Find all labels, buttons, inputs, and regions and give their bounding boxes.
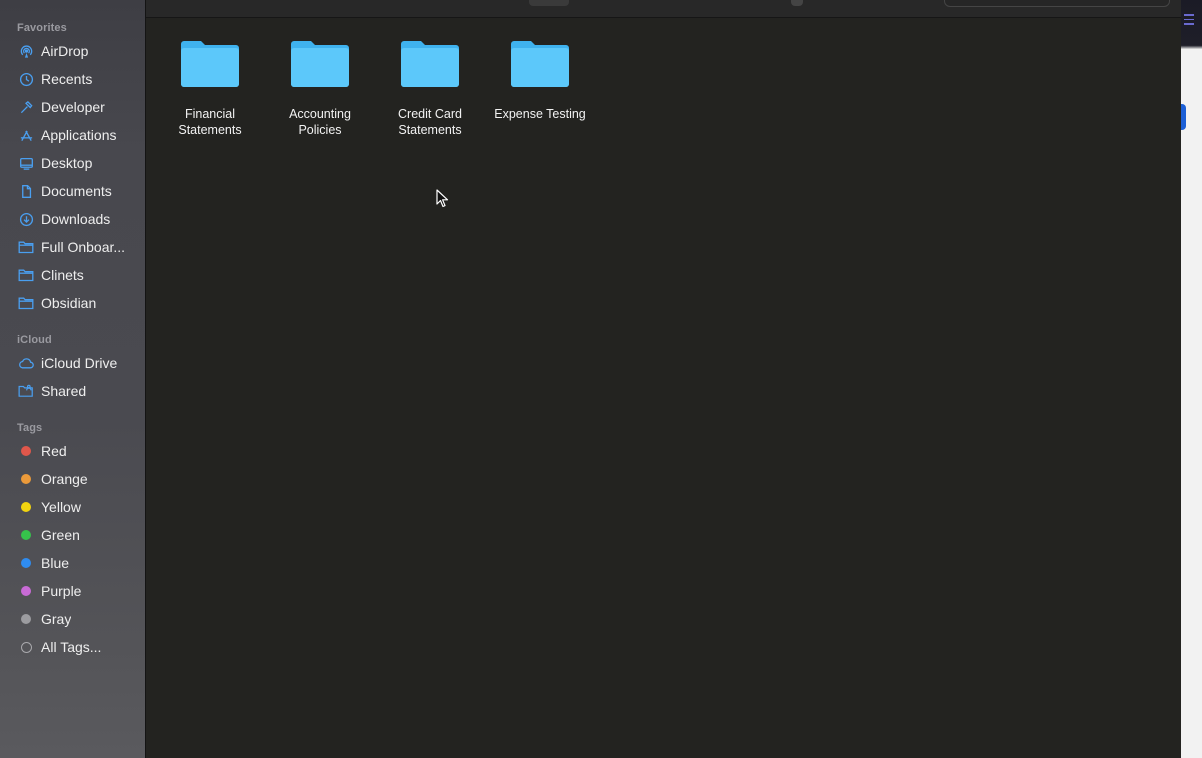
mouse-cursor-icon	[436, 189, 449, 208]
toolbar	[146, 0, 1181, 18]
tag-dot-icon	[18, 555, 34, 571]
clock-icon	[18, 71, 34, 87]
icloud-header: iCloud	[17, 334, 52, 346]
tag-dot-icon	[18, 583, 34, 599]
folder-icon	[399, 38, 461, 95]
sidebar-item-recents[interactable]: Recents	[6, 66, 140, 92]
sidebar-item-documents[interactable]: Documents	[6, 178, 140, 204]
sidebar-tag-red[interactable]: Red	[6, 438, 140, 464]
applications-icon	[18, 127, 34, 143]
hammer-icon	[18, 99, 34, 115]
folder-item[interactable]: Accounting Policies	[265, 38, 375, 138]
sidebar-item-label: iCloud Drive	[41, 355, 118, 371]
view-toggle-button[interactable]	[529, 0, 569, 6]
sidebar-item-clinets[interactable]: Clinets	[6, 262, 140, 288]
sidebar-item-downloads[interactable]: Downloads	[6, 206, 140, 232]
group-button[interactable]	[791, 0, 803, 6]
background-window-edge	[1181, 0, 1202, 758]
sidebar-item-label: Yellow	[41, 499, 81, 515]
sidebar-item-label: Orange	[41, 471, 88, 487]
tags-header: Tags	[17, 422, 43, 434]
sidebar-item-label: Blue	[41, 555, 70, 571]
folder-icon	[18, 295, 34, 311]
sidebar-tag-orange[interactable]: Orange	[6, 466, 140, 492]
folder-name: Credit Card Statements	[398, 107, 462, 137]
shared-folder-icon	[18, 383, 34, 399]
tag-dot-icon	[18, 611, 34, 627]
sidebar-item-desktop[interactable]: Desktop	[6, 150, 140, 176]
sidebar-item-label: Shared	[41, 383, 87, 399]
sidebar-item-label: Green	[41, 527, 80, 543]
sidebar-item-label: Documents	[41, 183, 112, 199]
folder-name: Expense Testing	[494, 107, 586, 121]
menu-icon	[1184, 14, 1194, 28]
sidebar-item-label: Applications	[41, 127, 117, 143]
background-window-button[interactable]	[1181, 104, 1186, 130]
tag-dot-icon	[18, 639, 34, 655]
folder-icon	[509, 38, 571, 95]
sidebar-tag-yellow[interactable]: Yellow	[6, 494, 140, 520]
airdrop-icon	[18, 43, 34, 59]
sidebar-item-label: All Tags...	[41, 639, 102, 655]
sidebar-item-label: Downloads	[41, 211, 111, 227]
document-icon	[18, 183, 34, 199]
sidebar-item-obsidian[interactable]: Obsidian	[6, 290, 140, 316]
sidebar-item-label: Obsidian	[41, 295, 97, 311]
sidebar-item-label: Clinets	[41, 267, 84, 283]
sidebar-tag-all-tags[interactable]: All Tags...	[6, 634, 140, 660]
tag-dot-icon	[18, 471, 34, 487]
folder-item[interactable]: Expense Testing	[485, 38, 595, 122]
folder-icon	[18, 239, 34, 255]
sidebar-item-label: Red	[41, 443, 67, 459]
folder-icon	[179, 38, 241, 95]
download-icon	[18, 211, 34, 227]
sidebar-item-label: Purple	[41, 583, 82, 599]
sidebar-item-airdrop[interactable]: AirDrop	[6, 38, 140, 64]
sidebar-tag-blue[interactable]: Blue	[6, 550, 140, 576]
sidebar-item-shared[interactable]: Shared	[6, 378, 140, 404]
sidebar-item-applications[interactable]: Applications	[6, 122, 140, 148]
cloud-icon	[18, 355, 34, 371]
desktop-icon	[18, 155, 34, 171]
folder-icon	[18, 267, 34, 283]
folder-item[interactable]: Credit Card Statements	[375, 38, 485, 138]
search-field[interactable]	[944, 0, 1170, 7]
folder-item[interactable]: Financial Statements	[155, 38, 265, 138]
tag-dot-icon	[18, 443, 34, 459]
sidebar-tag-gray[interactable]: Gray	[6, 606, 140, 632]
sidebar-tag-green[interactable]: Green	[6, 522, 140, 548]
sidebar: Favorites iCloud Tags AirDrop Recents Deve…	[0, 0, 146, 758]
favorites-header: Favorites	[17, 22, 67, 34]
folder-name: Accounting Policies	[289, 107, 351, 137]
tag-dot-icon	[18, 499, 34, 515]
sidebar-item-full-onboar[interactable]: Full Onboar...	[6, 234, 140, 260]
sidebar-item-label: AirDrop	[41, 43, 89, 59]
sidebar-item-label: Gray	[41, 611, 72, 627]
sidebar-item-label: Full Onboar...	[41, 239, 126, 255]
sidebar-item-label: Recents	[41, 71, 93, 87]
finder-window: Favorites iCloud Tags AirDrop Recents Deve…	[0, 0, 1181, 758]
folder-name: Financial Statements	[178, 107, 242, 137]
sidebar-item-icloud-drive[interactable]: iCloud Drive	[6, 350, 140, 376]
tag-dot-icon	[18, 527, 34, 543]
file-browser-content[interactable]: Financial Statements Accounting Policies…	[146, 18, 1181, 758]
folder-icon	[289, 38, 351, 95]
sidebar-item-developer[interactable]: Developer	[6, 94, 140, 120]
sidebar-item-label: Desktop	[41, 155, 93, 171]
sidebar-tag-purple[interactable]: Purple	[6, 578, 140, 604]
sidebar-item-label: Developer	[41, 99, 105, 115]
